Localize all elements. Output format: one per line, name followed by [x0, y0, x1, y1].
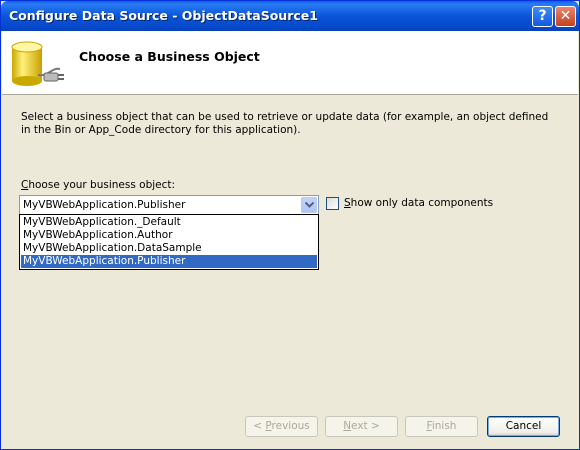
list-item-publisher[interactable]: MyVBWebApplication.Publisher [21, 255, 317, 268]
show-only-data-components-label[interactable]: Show only data components [344, 197, 493, 209]
business-object-dropdown-list[interactable]: MyVBWebApplication._Default MyVBWebAppli… [19, 214, 319, 270]
dialog-window: Configure Data Source - ObjectDataSource… [0, 0, 580, 450]
business-object-selected: MyVBWebApplication.Publisher [23, 199, 186, 211]
finish-button[interactable]: Finish [405, 416, 478, 437]
wizard-header: Choose a Business Object [2, 31, 578, 95]
next-rest: ext > [351, 420, 380, 432]
window-title: Configure Data Source - ObjectDataSource… [9, 8, 318, 23]
title-bar[interactable]: Configure Data Source - ObjectDataSource… [1, 1, 579, 31]
chevron-down-icon [305, 202, 314, 208]
show-only-data-components-checkbox[interactable] [326, 197, 339, 210]
list-item-datasample[interactable]: MyVBWebApplication.DataSample [21, 242, 317, 255]
finish-rest: inish [431, 420, 457, 432]
accesskey-s: S [344, 197, 351, 209]
close-button[interactable]: ✕ [555, 6, 576, 27]
page-title: Choose a Business Object [79, 49, 260, 64]
business-object-label: Choose your business object: [21, 179, 175, 191]
list-item-default[interactable]: MyVBWebApplication._Default [21, 216, 317, 229]
accesskey-n: N [343, 420, 352, 432]
database-plug-icon [8, 37, 70, 91]
next-button[interactable]: Next > [325, 416, 398, 437]
list-item-author[interactable]: MyVBWebApplication.Author [21, 229, 317, 242]
business-object-combobox[interactable]: MyVBWebApplication.Publisher [19, 195, 319, 215]
business-object-label-rest: hoose your business object: [28, 179, 176, 191]
previous-prefix: < [253, 420, 266, 432]
previous-button[interactable]: < Previous [245, 416, 318, 437]
help-button[interactable]: ? [532, 6, 553, 27]
show-only-label-rest: how only data components [350, 197, 494, 209]
previous-rest: revious [271, 420, 310, 432]
description-text: Select a business object that can be use… [21, 111, 549, 136]
cancel-button[interactable]: Cancel [487, 416, 560, 437]
combobox-dropdown-button[interactable] [301, 197, 317, 213]
